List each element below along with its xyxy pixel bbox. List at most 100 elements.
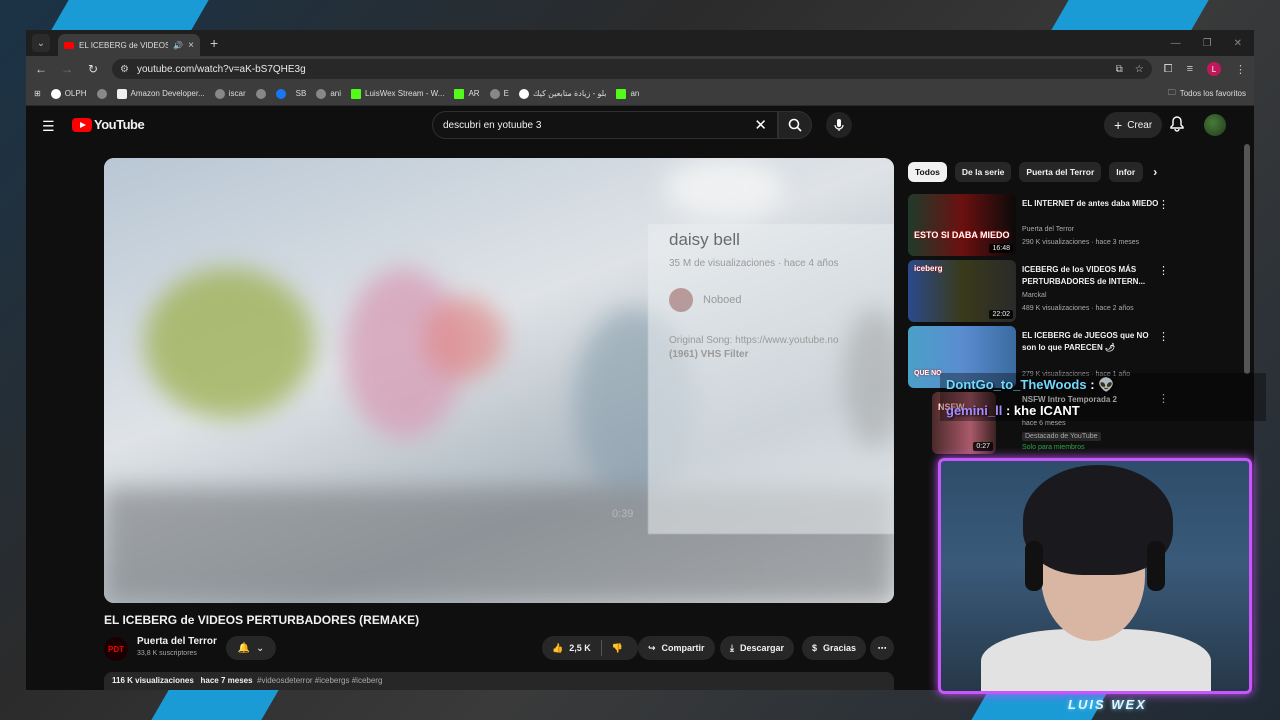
close-window-icon[interactable]: ✕ xyxy=(1234,38,1242,49)
chip-info[interactable]: Infor xyxy=(1109,162,1144,182)
chip-channel[interactable]: Puerta del Terror xyxy=(1019,162,1102,182)
bookmark-item[interactable]: AR xyxy=(454,88,480,99)
share-button[interactable]: ↪ Compartir xyxy=(638,636,715,660)
bookmark-item[interactable] xyxy=(255,88,266,99)
like-dislike-group: 👍 2,5 K 👎 xyxy=(542,636,638,660)
all-bookmarks[interactable]: 🗀 Todos los favoritos xyxy=(1168,87,1246,101)
video-blur xyxy=(424,298,504,378)
description-box[interactable]: 116 K visualizaciones hace 7 meses #vide… xyxy=(104,672,894,690)
restore-icon[interactable]: ❐ xyxy=(1203,38,1212,49)
globe-icon xyxy=(316,88,327,99)
bookmark-item[interactable]: an xyxy=(616,88,639,99)
thumbnail-text: QUE NO xyxy=(914,370,942,377)
voice-search-button[interactable] xyxy=(826,112,852,138)
chat-username: DontGo_to_TheWoods xyxy=(946,377,1087,392)
tab-close-icon[interactable]: × xyxy=(188,40,194,51)
url-omnibox[interactable]: ⚙ youtube.com/watch?v=aK-bS7QHE3g ⧉ ☆ xyxy=(112,59,1152,79)
media-icon[interactable]: ≡ xyxy=(1187,63,1193,75)
browser-menu-icon[interactable]: ⋮ xyxy=(1235,63,1246,76)
channel-name[interactable]: Puerta del Terror xyxy=(137,636,217,647)
install-icon[interactable]: ⧉ xyxy=(1116,64,1123,75)
forward-icon[interactable]: → xyxy=(60,62,74,76)
overlay-channel: Noboed xyxy=(669,288,742,312)
google-icon xyxy=(50,88,61,99)
site-info-icon[interactable]: ⚙ xyxy=(120,64,129,75)
overlay-title: daisy bell xyxy=(669,230,740,249)
more-actions-icon[interactable]: ⋯ xyxy=(870,636,894,660)
apps-icon[interactable]: ⊞ xyxy=(34,89,41,98)
more-options-icon[interactable]: ⋮ xyxy=(1158,264,1169,277)
clear-search-icon[interactable]: ✕ xyxy=(754,116,767,134)
divider xyxy=(600,640,602,656)
chat-text: : xyxy=(1090,377,1095,392)
tab-search-dropdown-icon[interactable]: ⌄ xyxy=(32,34,50,52)
bookmark-item[interactable]: iscar xyxy=(214,88,246,99)
subscription-notifications-button[interactable]: 🔔 ⌄ xyxy=(226,636,276,660)
headset-icon xyxy=(1025,541,1043,591)
plus-icon: + xyxy=(1114,117,1123,133)
create-button[interactable]: + Crear xyxy=(1104,112,1163,138)
bookmark-item[interactable]: LuisWex Stream - W... xyxy=(351,88,444,99)
profile-avatar[interactable]: L xyxy=(1207,62,1221,76)
bookmark-star-icon[interactable]: ☆ xyxy=(1135,64,1144,75)
youtube-logo[interactable]: YouTube xyxy=(72,117,145,132)
recommendation-item[interactable]: iceberg 22:02 ICEBERG de los VIDEOS MÁS … xyxy=(908,260,1254,322)
new-tab-icon[interactable]: + xyxy=(210,35,218,51)
recommendation-title: EL INTERNET de antes daba MIEDO xyxy=(1022,199,1159,208)
video-blur xyxy=(664,158,784,218)
menu-icon[interactable]: ☰ xyxy=(42,118,55,135)
download-button[interactable]: ⤓ Descargar xyxy=(720,636,795,660)
bookmark-item[interactable] xyxy=(275,88,286,99)
reload-icon[interactable]: ↻ xyxy=(86,62,100,76)
search-input[interactable]: descubri en yotuube 3 ✕ xyxy=(432,111,778,139)
link-icon xyxy=(489,88,500,99)
chat-username: gemini_ll xyxy=(946,403,1003,418)
window-controls: — ❐ ✕ xyxy=(1171,38,1254,49)
bookmark-item[interactable]: E xyxy=(489,88,509,99)
scrollbar[interactable] xyxy=(1244,144,1250,374)
youtube-logo-icon xyxy=(72,117,92,132)
more-options-icon[interactable]: ⋮ xyxy=(1158,198,1169,211)
subscriber-count: 33,8 K suscriptores xyxy=(137,650,197,657)
channel-avatar[interactable]: PDT xyxy=(104,637,128,661)
hashtags[interactable]: #videosdeterror #icebergs #iceberg xyxy=(257,676,382,685)
thanks-button[interactable]: $ Gracias xyxy=(802,636,867,660)
chat-message: gemini_ll : khe ICANT xyxy=(946,403,1080,418)
thumbs-down-icon[interactable]: 👎 xyxy=(612,643,623,654)
view-count: 116 K visualizaciones xyxy=(112,676,194,685)
more-options-icon[interactable]: ⋮ xyxy=(1158,330,1169,343)
like-button[interactable]: 👍 2,5 K xyxy=(552,643,591,654)
video-player[interactable]: daisy bell 35 M de visualizaciones · hac… xyxy=(104,158,894,603)
share-icon: ↪ xyxy=(648,642,656,653)
overlay-meta: 35 M de visualizaciones · hace 4 años xyxy=(669,258,839,269)
folder-icon: 🗀 xyxy=(1167,87,1176,97)
chip-all[interactable]: Todos xyxy=(908,162,947,182)
minimize-icon[interactable]: — xyxy=(1171,38,1181,49)
bookmark-item[interactable] xyxy=(96,88,107,99)
recommendation-item[interactable]: ESTO SI DABA MIEDO 16:48 EL INTERNET de … xyxy=(908,194,1254,256)
duration-badge: 16:48 xyxy=(989,244,1013,253)
bookmark-item[interactable]: ani xyxy=(316,88,341,99)
chip-series[interactable]: De la serie xyxy=(954,162,1012,182)
bookmark-item[interactable]: بلو - زيادة متابعين كيك xyxy=(518,88,606,99)
tab-active[interactable]: EL ICEBERG de VIDEOS PER 🔊 × xyxy=(58,34,200,56)
notifications-icon[interactable] xyxy=(1170,116,1184,137)
recommendation-channel: Puerta del Terror xyxy=(1022,226,1075,233)
bell-icon: 🔔 xyxy=(237,642,251,654)
extensions-icon[interactable]: ⧠ xyxy=(1164,63,1173,76)
bookmarks-bar: ⊞ OLPH Amazon Developer... iscar SB ani … xyxy=(26,82,1254,113)
thumbnail-text: iceberg xyxy=(914,264,943,273)
recommendation-meta: 290 K visualizaciones · hace 3 meses xyxy=(1022,239,1140,246)
overlay-stripe xyxy=(1051,0,1209,30)
thanks-icon: $ xyxy=(812,643,818,653)
back-icon[interactable]: ← xyxy=(34,62,48,76)
youtube-favicon-icon xyxy=(64,41,74,49)
bookmark-item[interactable]: SB xyxy=(26,89,1254,113)
chevron-right-icon[interactable]: › xyxy=(1153,162,1157,182)
search-button[interactable] xyxy=(778,111,812,139)
avatar xyxy=(669,288,693,312)
bookmark-item[interactable]: OLPH xyxy=(50,88,87,99)
account-avatar[interactable] xyxy=(1204,114,1226,136)
recommendation-meta: 489 K visualizaciones · hace 2 años xyxy=(1022,305,1134,312)
bookmark-item[interactable]: Amazon Developer... xyxy=(116,88,205,99)
